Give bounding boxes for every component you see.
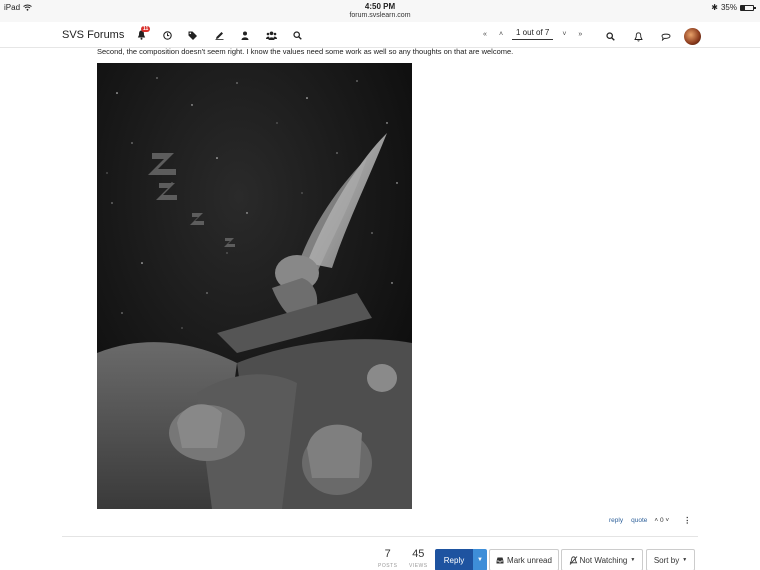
pager-last-icon[interactable]: » — [575, 31, 585, 38]
header-search-icon[interactable] — [596, 30, 624, 44]
topic-pager: « ˄ 1 out of 7 ˅ » — [480, 28, 585, 40]
ios-status-bar: iPad 4:50 PM forum.svslearn.com ✱ 35% — [0, 0, 760, 22]
reply-button-label: Reply — [443, 555, 465, 565]
posts-label: POSTS — [378, 563, 398, 569]
posts-count: 7 — [384, 548, 391, 560]
reply-link[interactable]: reply — [609, 517, 623, 524]
pager-first-icon[interactable]: « — [480, 31, 490, 38]
bluetooth-icon: ✱ — [711, 3, 718, 12]
views-count: 45 — [412, 548, 425, 560]
sort-by-label: Sort by — [653, 555, 680, 565]
forum-navbar: SVS Forums 11 « ˄ 1 out of 7 ˅ » — [0, 22, 760, 48]
status-right: ✱ 35% — [711, 3, 756, 12]
nav-icons: 11 — [128, 26, 310, 42]
tags-icon[interactable] — [180, 28, 206, 42]
pager-label[interactable]: 1 out of 7 — [512, 28, 554, 40]
artwork-illustration — [97, 63, 412, 509]
upvote-icon[interactable]: ˄ — [654, 517, 658, 524]
bell-slash-icon — [569, 555, 577, 565]
views-label: VIEWS — [409, 563, 428, 569]
caret-down-icon: ▼ — [477, 557, 483, 563]
clock-icon[interactable] — [154, 28, 180, 42]
battery-icon — [740, 4, 756, 11]
notification-badge: 11 — [141, 26, 151, 32]
sort-by-button[interactable]: Sort by ▼ — [646, 549, 695, 570]
status-time: 4:50 PM — [364, 2, 396, 11]
pencil-icon[interactable] — [206, 28, 232, 42]
bell-icon[interactable] — [624, 30, 652, 44]
post-body-text: Second, the composition doesn't seem rig… — [97, 47, 514, 56]
address-url[interactable]: forum.svslearn.com — [0, 11, 760, 20]
post-divider — [62, 536, 698, 537]
user-avatar[interactable] — [684, 28, 701, 45]
mark-unread-button[interactable]: Mark unread — [489, 549, 559, 570]
nav-right — [596, 28, 701, 45]
watching-label: Not Watching — [579, 555, 628, 565]
watching-caret-icon: ▼ — [630, 557, 636, 563]
post-menu-icon[interactable]: ⋮ — [683, 516, 691, 525]
mark-unread-label: Mark unread — [507, 555, 552, 565]
reply-dropdown-button[interactable]: ▼ — [473, 549, 487, 570]
watching-button[interactable]: Not Watching ▼ — [561, 549, 643, 570]
users-icon[interactable] — [258, 28, 284, 42]
posts-stat: 7 POSTS — [378, 548, 397, 569]
status-center: 4:50 PM forum.svslearn.com — [0, 2, 760, 20]
chat-icon[interactable] — [652, 30, 680, 44]
post-actions: reply quote ˄ 0 ˅ ⋮ — [609, 516, 691, 525]
reply-button[interactable]: Reply — [435, 549, 473, 570]
downvote-icon[interactable]: ˅ — [665, 517, 669, 524]
pager-next-icon[interactable]: ˅ — [559, 31, 569, 38]
sort-caret-icon: ▼ — [682, 557, 688, 563]
notification-icon[interactable]: 11 — [128, 26, 154, 42]
search-icon[interactable] — [284, 28, 310, 42]
user-icon[interactable] — [232, 28, 258, 42]
brand-title[interactable]: SVS Forums — [62, 29, 124, 41]
inbox-icon — [496, 557, 504, 563]
vote-count: 0 — [659, 517, 664, 524]
battery-percent: 35% — [720, 3, 737, 12]
quote-link[interactable]: quote — [631, 517, 647, 524]
pager-prev-icon[interactable]: ˄ — [496, 31, 506, 38]
views-stat: 45 VIEWS — [409, 548, 428, 569]
post-artwork-image[interactable] — [97, 63, 412, 509]
vote-control: ˄ 0 ˅ — [654, 517, 669, 524]
